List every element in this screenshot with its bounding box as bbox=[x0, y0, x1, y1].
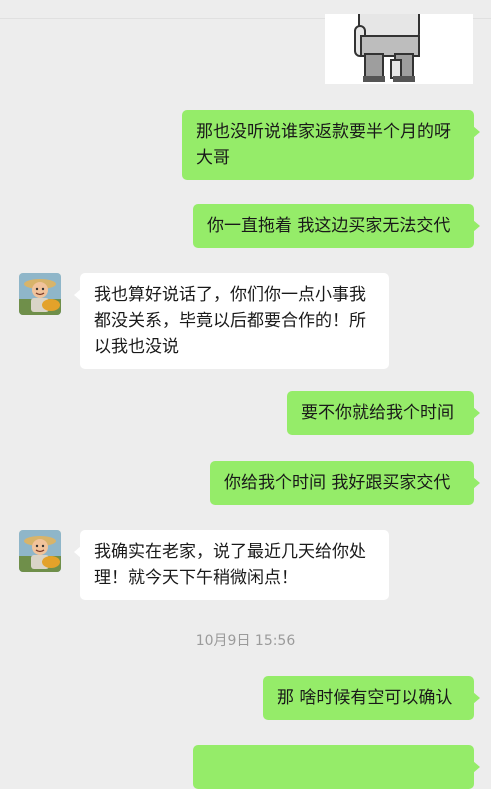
message-text: 以我也没说 bbox=[94, 337, 179, 357]
message-text: 都没关系，毕竟以后都要合作的！所 bbox=[94, 311, 366, 331]
message-bubble-incoming[interactable]: 我确实在老家，说了最近几天给你处 理！就今天下午稍微闲点！ bbox=[74, 530, 389, 600]
sticker-image bbox=[325, 14, 473, 84]
message-text: 大哥 bbox=[196, 148, 230, 168]
avatar[interactable] bbox=[19, 273, 61, 315]
message-text: 你一直拖着 我这边买家无法交代 bbox=[207, 216, 451, 236]
avatar-image bbox=[19, 530, 61, 572]
avatar[interactable] bbox=[19, 530, 61, 572]
message-text: 理！就今天下午稍微闲点！ bbox=[94, 568, 298, 588]
message-bubble-outgoing[interactable]: 你给我个时间 我好跟买家交代 bbox=[210, 461, 480, 505]
message-text: 我确实在老家，说了最近几天给你处 bbox=[94, 542, 366, 562]
sticker-message[interactable] bbox=[325, 14, 473, 84]
avatar-image bbox=[19, 273, 61, 315]
timestamp: 10月9日 15:56 bbox=[195, 633, 296, 649]
message-bubble-outgoing-partial[interactable] bbox=[193, 745, 480, 789]
message-text: 那 啥时候有空可以确认 bbox=[277, 688, 453, 708]
message-text: 要不你就给我个时间 bbox=[301, 403, 454, 423]
message-bubble-outgoing[interactable]: 要不你就给我个时间 bbox=[287, 391, 480, 435]
message-text: 你给我个时间 我好跟买家交代 bbox=[224, 473, 451, 493]
message-bubble-outgoing[interactable]: 你一直拖着 我这边买家无法交代 bbox=[193, 204, 480, 248]
message-bubble-incoming[interactable]: 我也算好说话了，你们你一点小事我 都没关系，毕竟以后都要合作的！所 以我也没说 bbox=[74, 273, 389, 369]
message-bubble-outgoing[interactable]: 那 啥时候有空可以确认 bbox=[263, 676, 480, 720]
message-text: 我也算好说话了，你们你一点小事我 bbox=[94, 285, 366, 305]
message-text: 那也没听说谁家返款要半个月的呀 bbox=[196, 122, 451, 142]
message-bubble-outgoing[interactable]: 那也没听说谁家返款要半个月的呀 大哥 bbox=[182, 110, 480, 180]
